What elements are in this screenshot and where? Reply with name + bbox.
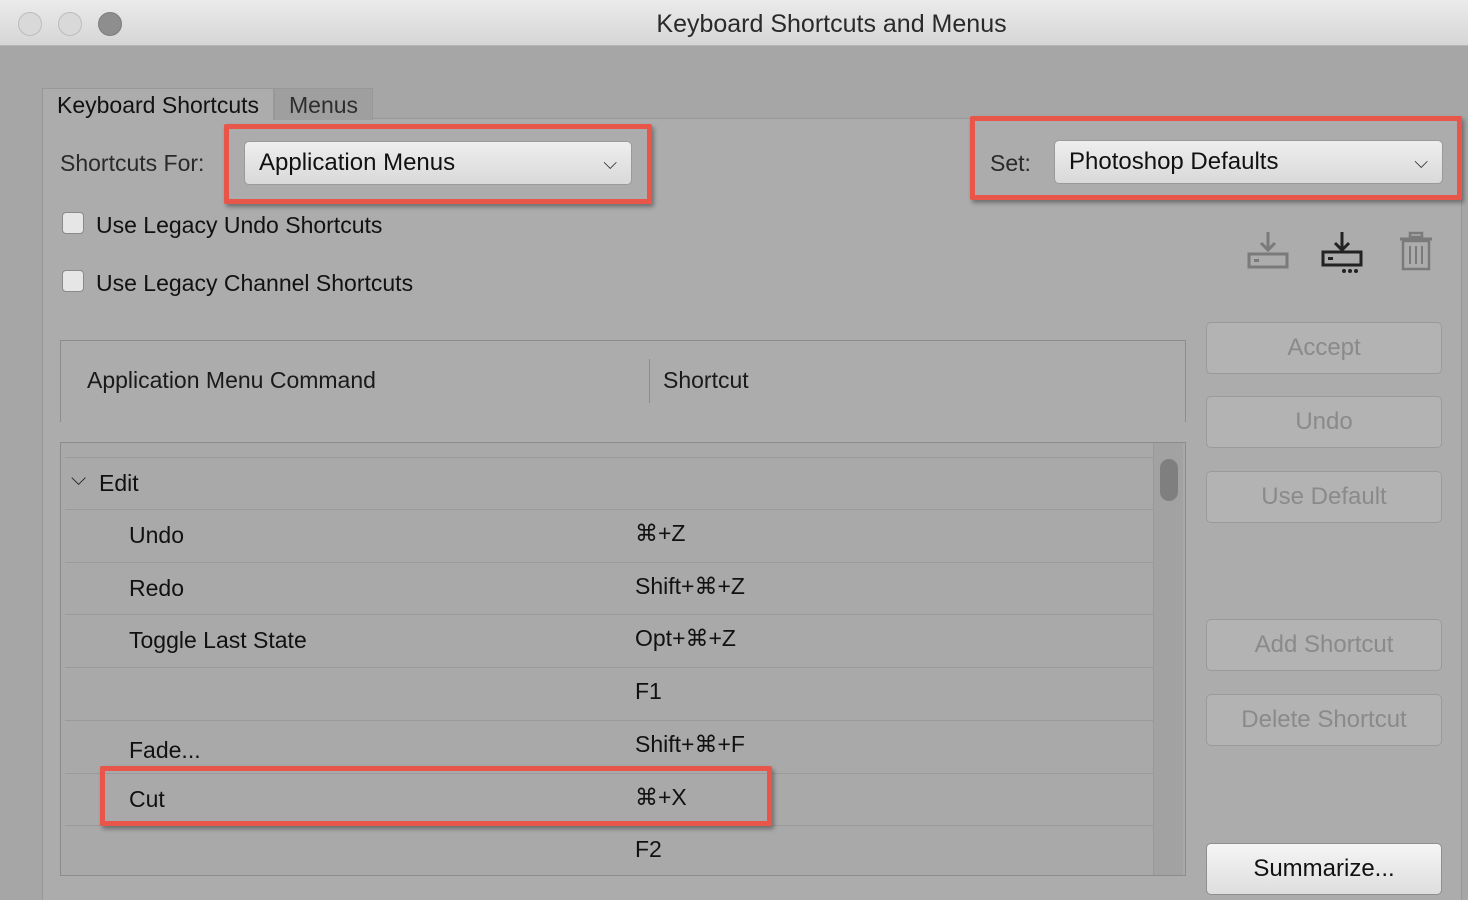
trash-icon[interactable]	[1392, 228, 1440, 276]
set-label: Set:	[990, 150, 1031, 176]
tab-menus[interactable]: Menus	[274, 88, 374, 120]
tab-bar: Keyboard Shortcuts Menus	[42, 88, 374, 120]
legacy-undo-label: Use Legacy Undo Shortcuts	[96, 212, 383, 238]
window-title: Keyboard Shortcuts and Menus	[656, 10, 1007, 38]
table-row[interactable]: ⌵ Edit	[65, 457, 1153, 509]
shortcuts-for-select[interactable]: Application Menus ⌵	[244, 141, 632, 185]
row-command: Edit	[99, 470, 139, 496]
save-set-icon-graphic	[1247, 232, 1289, 269]
accept-button[interactable]: Accept	[1206, 322, 1442, 374]
row-shortcut[interactable]: Opt+⌘+Z	[635, 625, 736, 652]
tab-keyboard-shortcuts[interactable]: Keyboard Shortcuts	[42, 88, 275, 120]
chevron-down-icon[interactable]: ⌵	[71, 468, 86, 491]
add-shortcut-button[interactable]: Add Shortcut	[1206, 619, 1442, 671]
chevron-down-icon: ⌵	[603, 153, 617, 173]
column-header-shortcut[interactable]: Shortcut	[663, 367, 749, 394]
table-row[interactable]: Redo Shift+⌘+Z	[65, 562, 1153, 614]
scrollbar-thumb[interactable]	[1160, 459, 1178, 501]
scrollbar-track[interactable]	[1153, 443, 1183, 875]
undo-button[interactable]: Undo	[1206, 396, 1442, 448]
table-header: Application Menu Command Shortcut	[60, 340, 1186, 422]
table-row[interactable]: Toggle Last State Opt+⌘+Z	[65, 614, 1153, 666]
row-command: Cut	[129, 786, 165, 812]
row-shortcut[interactable]: ⌘+Z	[635, 520, 685, 547]
table-row[interactable]: F1	[65, 667, 1153, 719]
row-command: Fade...	[129, 737, 201, 763]
column-divider[interactable]	[649, 359, 650, 403]
summarize-button[interactable]: Summarize...	[1206, 843, 1442, 895]
row-shortcut[interactable]: Shift+⌘+Z	[635, 573, 745, 600]
row-command: Toggle Last State	[129, 627, 307, 653]
table-row[interactable]: Cut ⌘+X	[65, 773, 1153, 825]
column-header-command[interactable]: Application Menu Command	[87, 367, 376, 394]
legacy-channel-label: Use Legacy Channel Shortcuts	[96, 270, 414, 296]
save-set-icon[interactable]	[1244, 228, 1292, 276]
row-shortcut[interactable]: Shift+⌘+F	[635, 731, 745, 758]
title-bar: Keyboard Shortcuts and Menus	[0, 0, 1468, 46]
shortcut-list: ⌵ Edit Undo ⌘+Z Redo Shift+⌘+Z Toggle La…	[60, 442, 1186, 876]
table-row[interactable]: Fade... Shift+⌘+F	[65, 720, 1153, 772]
trash-icon-graphic	[1400, 231, 1432, 271]
legacy-channel-checkbox[interactable]	[62, 270, 84, 292]
set-value: Photoshop Defaults	[1069, 148, 1279, 175]
row-command: Redo	[129, 575, 184, 601]
row-shortcut[interactable]: ⌘+X	[635, 784, 687, 811]
legacy-undo-checkbox[interactable]	[62, 212, 84, 234]
shortcuts-for-label: Shortcuts For:	[60, 150, 205, 176]
chevron-down-icon: ⌵	[1414, 152, 1428, 172]
row-command: Undo	[129, 522, 184, 548]
save-as-set-icon-graphic	[1321, 232, 1363, 273]
table-row[interactable]: Undo ⌘+Z	[65, 509, 1153, 561]
delete-shortcut-button[interactable]: Delete Shortcut	[1206, 694, 1442, 746]
save-as-set-icon[interactable]	[1318, 228, 1366, 276]
shortcuts-for-value: Application Menus	[259, 149, 456, 176]
table-row[interactable]: F2	[65, 825, 1153, 875]
set-select[interactable]: Photoshop Defaults ⌵	[1054, 140, 1443, 184]
row-shortcut[interactable]: F2	[635, 836, 662, 863]
use-default-button[interactable]: Use Default	[1206, 471, 1442, 523]
row-shortcut[interactable]: F1	[635, 678, 662, 705]
